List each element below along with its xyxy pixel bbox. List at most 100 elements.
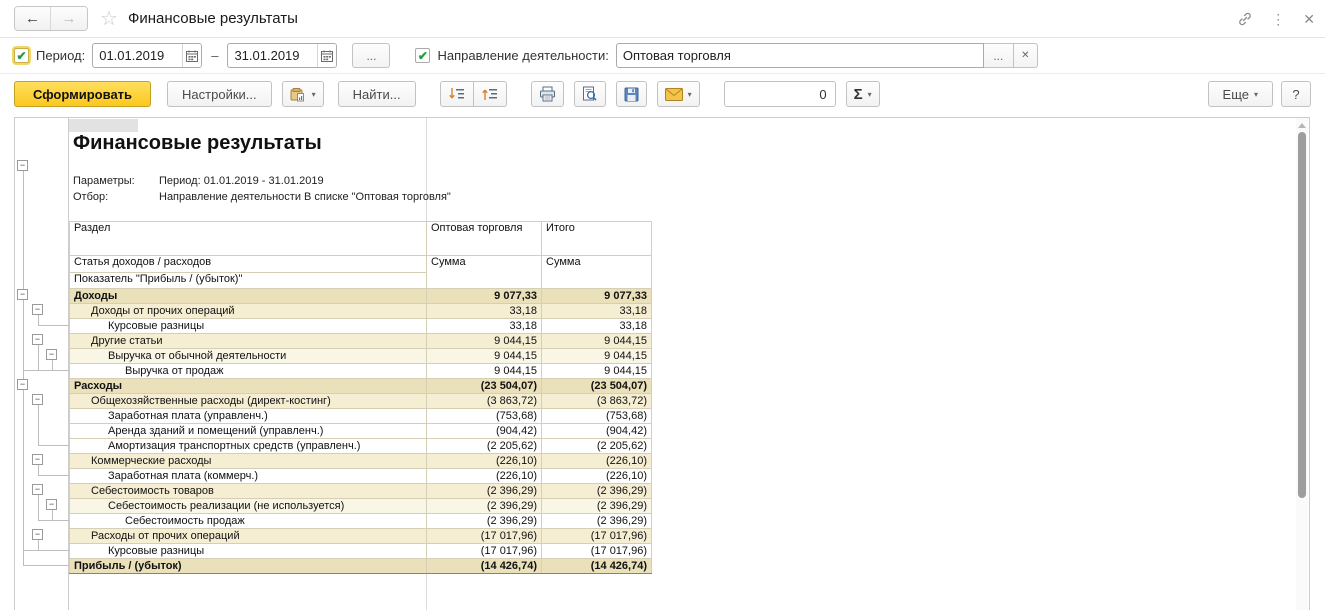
- row-label-cell[interactable]: Себестоимость товаров: [69, 483, 427, 499]
- find-button[interactable]: Найти...: [337, 81, 416, 107]
- collapse-group-button[interactable]: −: [32, 394, 43, 405]
- row-value-cell[interactable]: (753,68): [541, 408, 652, 424]
- row-value-cell[interactable]: (2 396,29): [541, 483, 652, 499]
- row-label-cell[interactable]: Заработная плата (коммерч.): [69, 468, 427, 484]
- row-label-cell[interactable]: Другие статьи: [69, 333, 427, 349]
- row-label-cell[interactable]: Коммерческие расходы: [69, 453, 427, 469]
- row-label-cell[interactable]: Выручка от обычной деятельности: [69, 348, 427, 364]
- print-button[interactable]: [530, 81, 564, 107]
- period-from-input[interactable]: [93, 48, 182, 63]
- scroll-up-icon[interactable]: [1298, 123, 1306, 128]
- collapse-group-button[interactable]: −: [32, 484, 43, 495]
- row-value-cell[interactable]: 9 044,15: [541, 333, 652, 349]
- row-label-cell[interactable]: Расходы: [69, 378, 427, 394]
- row-value-cell[interactable]: 9 044,15: [426, 333, 542, 349]
- row-label-cell[interactable]: Доходы: [69, 288, 427, 304]
- row-value-cell[interactable]: (3 863,72): [541, 393, 652, 409]
- more-menu-icon[interactable]: ⋮: [1271, 12, 1285, 26]
- row-value-cell[interactable]: 33,18: [426, 303, 542, 319]
- back-button[interactable]: ←: [15, 7, 51, 30]
- row-value-cell[interactable]: 9 077,33: [541, 288, 652, 304]
- row-label-cell[interactable]: Аренда зданий и помещений (управленч.): [69, 423, 427, 439]
- header-razdel[interactable]: Раздел: [69, 221, 427, 256]
- row-value-cell[interactable]: 9 077,33: [426, 288, 542, 304]
- row-value-cell[interactable]: 9 044,15: [426, 363, 542, 379]
- collapse-group-button[interactable]: −: [32, 334, 43, 345]
- row-value-cell[interactable]: 33,18: [541, 303, 652, 319]
- row-label-cell[interactable]: Выручка от продаж: [69, 363, 427, 379]
- collapse-group-button[interactable]: −: [17, 160, 28, 171]
- row-value-cell[interactable]: 9 044,15: [541, 363, 652, 379]
- print-preview-button[interactable]: [573, 81, 606, 107]
- row-value-cell[interactable]: 9 044,15: [541, 348, 652, 364]
- row-label-cell[interactable]: Общехозяйственные расходы (директ-костин…: [69, 393, 427, 409]
- generate-button[interactable]: Сформировать: [14, 81, 152, 107]
- favorite-star-icon[interactable]: ☆: [100, 9, 118, 29]
- help-button[interactable]: ?: [1281, 81, 1311, 107]
- row-label-cell[interactable]: Амортизация транспортных средств (управл…: [69, 438, 427, 454]
- row-value-cell[interactable]: (23 504,07): [426, 378, 542, 394]
- row-label-cell[interactable]: Курсовые разницы: [69, 318, 427, 334]
- row-value-cell[interactable]: (904,42): [541, 423, 652, 439]
- more-actions-button[interactable]: Еще ▾: [1207, 81, 1273, 107]
- header-optovaya[interactable]: Оптовая торговля: [426, 221, 542, 256]
- header-summa[interactable]: Сумма: [426, 255, 542, 289]
- save-button[interactable]: [615, 81, 647, 107]
- autosum-value-field[interactable]: 0: [723, 81, 836, 107]
- active-cell-cursor[interactable]: [69, 119, 138, 132]
- row-value-cell[interactable]: (2 396,29): [426, 483, 542, 499]
- close-icon[interactable]: ✕: [1303, 12, 1315, 26]
- row-value-cell[interactable]: (17 017,96): [426, 543, 542, 559]
- row-value-cell[interactable]: (2 396,29): [541, 498, 652, 514]
- row-value-cell[interactable]: (14 426,74): [426, 558, 542, 574]
- row-value-cell[interactable]: (2 396,29): [426, 498, 542, 514]
- row-label-cell[interactable]: Курсовые разницы: [69, 543, 427, 559]
- row-value-cell[interactable]: 33,18: [541, 318, 652, 334]
- row-value-cell[interactable]: 9 044,15: [426, 348, 542, 364]
- collapse-group-button[interactable]: −: [32, 304, 43, 315]
- expand-groups-button[interactable]: [439, 81, 474, 107]
- row-value-cell[interactable]: (226,10): [541, 468, 652, 484]
- row-label-cell[interactable]: Расходы от прочих операций: [69, 528, 427, 544]
- row-value-cell[interactable]: (17 017,96): [541, 528, 652, 544]
- settings-button[interactable]: Настройки...: [167, 81, 272, 107]
- calendar-icon[interactable]: [181, 44, 202, 67]
- collapse-group-button[interactable]: −: [32, 454, 43, 465]
- row-value-cell[interactable]: (226,10): [426, 468, 542, 484]
- row-value-cell[interactable]: (17 017,96): [541, 543, 652, 559]
- row-value-cell[interactable]: (226,10): [426, 453, 542, 469]
- collapse-group-button[interactable]: −: [46, 499, 57, 510]
- calendar-icon[interactable]: [317, 44, 337, 67]
- row-value-cell[interactable]: (17 017,96): [426, 528, 542, 544]
- period-to-input[interactable]: [228, 48, 318, 63]
- row-value-cell[interactable]: (2 205,62): [541, 438, 652, 454]
- direction-more-button[interactable]: ...: [983, 43, 1014, 68]
- row-value-cell[interactable]: 33,18: [426, 318, 542, 334]
- row-label-cell[interactable]: Доходы от прочих операций: [69, 303, 427, 319]
- row-value-cell[interactable]: (2 396,29): [426, 513, 542, 529]
- collapse-group-button[interactable]: −: [46, 349, 57, 360]
- report-variants-button[interactable]: ▾: [281, 81, 324, 107]
- collapse-groups-button[interactable]: [473, 81, 507, 107]
- header-pokazatel[interactable]: Показатель "Прибыль / (убыток)": [69, 272, 427, 289]
- collapse-group-button[interactable]: −: [17, 379, 28, 390]
- direction-checkbox[interactable]: ✔: [415, 48, 431, 63]
- header-summa[interactable]: Сумма: [541, 255, 652, 289]
- row-label-cell[interactable]: Себестоимость реализации (не используетс…: [69, 498, 427, 514]
- header-statya[interactable]: Статья доходов / расходов: [69, 255, 427, 273]
- row-label-cell[interactable]: Прибыль / (убыток): [69, 558, 427, 574]
- link-icon[interactable]: [1237, 11, 1253, 27]
- forward-button[interactable]: →: [51, 7, 87, 30]
- period-more-button[interactable]: ...: [352, 43, 391, 68]
- row-value-cell[interactable]: (14 426,74): [541, 558, 652, 574]
- row-value-cell[interactable]: (904,42): [426, 423, 542, 439]
- send-email-button[interactable]: ▾: [656, 81, 700, 107]
- period-checkbox[interactable]: ✔: [14, 48, 29, 63]
- row-value-cell[interactable]: (226,10): [541, 453, 652, 469]
- row-label-cell[interactable]: Заработная плата (управленч.): [69, 408, 427, 424]
- vertical-scrollbar[interactable]: [1296, 118, 1308, 610]
- scrollbar-thumb[interactable]: [1298, 132, 1306, 498]
- direction-input[interactable]: [616, 48, 983, 63]
- row-value-cell[interactable]: (2 205,62): [426, 438, 542, 454]
- header-itogo[interactable]: Итого: [541, 221, 652, 256]
